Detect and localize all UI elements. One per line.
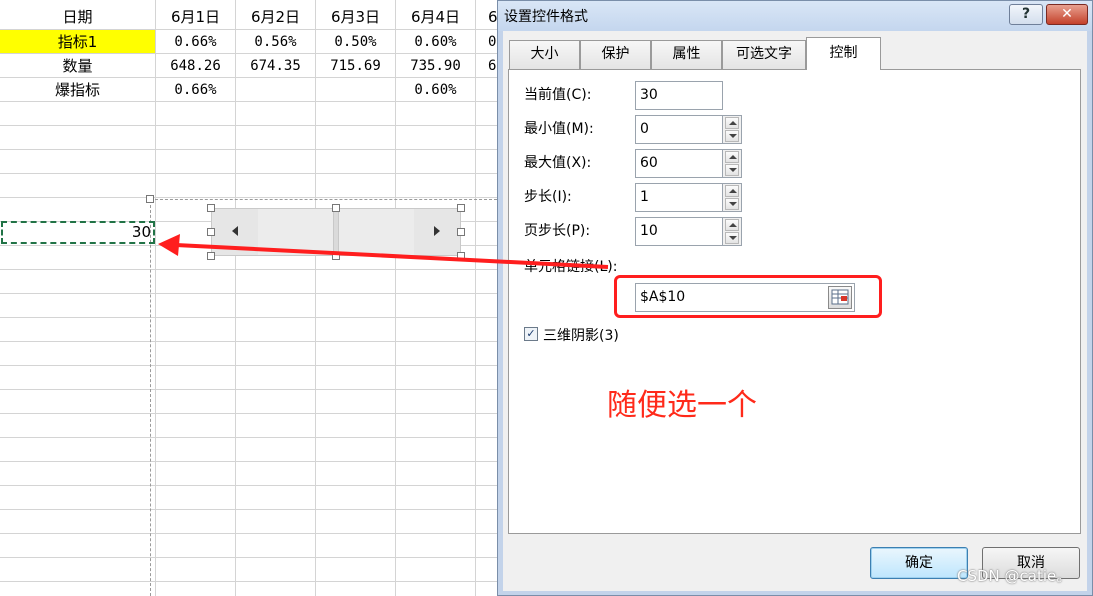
current-value-input[interactable]: 30 bbox=[635, 81, 723, 110]
spin-down-icon[interactable] bbox=[725, 130, 739, 142]
ok-button[interactable]: 确定 bbox=[870, 547, 968, 579]
resize-handle[interactable] bbox=[207, 252, 215, 260]
cell-link-label: 单元格链接(L): bbox=[524, 259, 618, 275]
cell-link-highlight bbox=[614, 275, 882, 318]
annotation-text: 随便选一个 bbox=[607, 388, 757, 423]
max-value-spinner[interactable] bbox=[723, 149, 742, 178]
data-cell[interactable]: 0.66% bbox=[156, 30, 235, 54]
resize-handle[interactable] bbox=[146, 195, 154, 203]
data-cell[interactable]: 715.69 bbox=[316, 54, 395, 78]
header-cell-date[interactable]: 日期 bbox=[0, 5, 155, 29]
resize-handle[interactable] bbox=[457, 252, 465, 260]
header-cell[interactable]: 6月3日 bbox=[316, 5, 395, 29]
3d-shading-checkbox[interactable]: ✓ bbox=[524, 327, 538, 341]
resize-handle[interactable] bbox=[332, 204, 340, 212]
spin-up-icon[interactable] bbox=[725, 219, 739, 231]
step-input[interactable]: 1 bbox=[635, 183, 723, 212]
tab-properties[interactable]: 属性 bbox=[651, 40, 722, 69]
format-control-dialog: 设置控件格式 ? ✕ 大小 保护 属性 可选文字 控制 当前值(C): 30 最… bbox=[497, 0, 1093, 596]
data-cell[interactable]: 674.35 bbox=[236, 54, 315, 78]
spin-up-icon[interactable] bbox=[725, 151, 739, 163]
tab-alt-text[interactable]: 可选文字 bbox=[722, 40, 806, 69]
spin-down-icon[interactable] bbox=[725, 164, 739, 176]
arrow-right-icon bbox=[434, 226, 440, 236]
arrow-left-icon bbox=[232, 226, 238, 236]
dialog-title: 设置控件格式 bbox=[504, 9, 588, 25]
data-cell[interactable]: 0.56% bbox=[236, 30, 315, 54]
header-cell[interactable]: 6月4日 bbox=[396, 5, 475, 29]
row-label-metric[interactable]: 指标1 bbox=[0, 30, 155, 53]
data-cell[interactable]: 0.60% bbox=[396, 78, 475, 102]
max-value-input[interactable]: 60 bbox=[635, 149, 723, 178]
current-value-label: 当前值(C): bbox=[524, 87, 592, 103]
object-frame-line bbox=[150, 199, 497, 200]
min-value-spinner[interactable] bbox=[723, 115, 742, 144]
tab-protection[interactable]: 保护 bbox=[580, 40, 651, 69]
step-spinner[interactable] bbox=[723, 183, 742, 212]
page-step-label: 页步长(P): bbox=[524, 223, 591, 239]
resize-handle[interactable] bbox=[332, 252, 340, 260]
resize-handle[interactable] bbox=[457, 204, 465, 212]
scroll-right-button[interactable] bbox=[414, 209, 460, 255]
grid-line bbox=[235, 0, 236, 596]
header-cell[interactable]: 6月1日 bbox=[156, 5, 235, 29]
tab-control[interactable]: 控制 bbox=[806, 37, 881, 70]
header-cell[interactable]: 6月2日 bbox=[236, 5, 315, 29]
scroll-thumb[interactable] bbox=[333, 209, 339, 255]
close-button[interactable]: ✕ bbox=[1046, 4, 1088, 25]
tab-size[interactable]: 大小 bbox=[509, 40, 580, 69]
data-cell[interactable]: 0.60% bbox=[396, 30, 475, 54]
dialog-body: 大小 保护 属性 可选文字 控制 当前值(C): 30 最小值(M): 0 最大… bbox=[503, 31, 1087, 591]
page-step-spinner[interactable] bbox=[723, 217, 742, 246]
spin-up-icon[interactable] bbox=[725, 185, 739, 197]
resize-handle[interactable] bbox=[207, 228, 215, 236]
step-label: 步长(I): bbox=[524, 189, 572, 205]
help-button[interactable]: ? bbox=[1009, 4, 1043, 25]
min-value-input[interactable]: 0 bbox=[635, 115, 723, 144]
linked-cell[interactable]: 30 bbox=[1, 221, 155, 244]
spin-up-icon[interactable] bbox=[725, 117, 739, 129]
spin-down-icon[interactable] bbox=[725, 198, 739, 210]
data-cell[interactable]: 735.90 bbox=[396, 54, 475, 78]
scrollbar-control[interactable] bbox=[211, 208, 461, 256]
data-cell[interactable]: 648.26 bbox=[156, 54, 235, 78]
max-value-label: 最大值(X): bbox=[524, 155, 592, 171]
grid-line bbox=[315, 0, 316, 596]
data-cell[interactable]: 0.50% bbox=[316, 30, 395, 54]
object-frame-line bbox=[150, 200, 151, 596]
dialog-title-bar[interactable]: 设置控件格式 ? ✕ bbox=[498, 1, 1092, 31]
control-tab-panel: 当前值(C): 30 最小值(M): 0 最大值(X): 60 步长(I): 1… bbox=[508, 69, 1081, 534]
grid-line bbox=[475, 0, 476, 596]
page-step-input[interactable]: 10 bbox=[635, 217, 723, 246]
scroll-left-button[interactable] bbox=[212, 209, 258, 255]
data-cell[interactable]: 0.66% bbox=[156, 78, 235, 102]
row-label-burst[interactable]: 爆指标 bbox=[0, 78, 155, 102]
resize-handle[interactable] bbox=[457, 228, 465, 236]
resize-handle[interactable] bbox=[207, 204, 215, 212]
row-label-quantity[interactable]: 数量 bbox=[0, 54, 155, 78]
min-value-label: 最小值(M): bbox=[524, 121, 594, 137]
spin-down-icon[interactable] bbox=[725, 232, 739, 244]
3d-shading-label[interactable]: 三维阴影(3) bbox=[543, 325, 619, 345]
watermark: CSDN @catie。 bbox=[957, 567, 1072, 585]
screen: 日期 6月1日 6月2日 6月3日 6月4日 6 指标1 0.66% 0.56%… bbox=[0, 0, 1093, 596]
